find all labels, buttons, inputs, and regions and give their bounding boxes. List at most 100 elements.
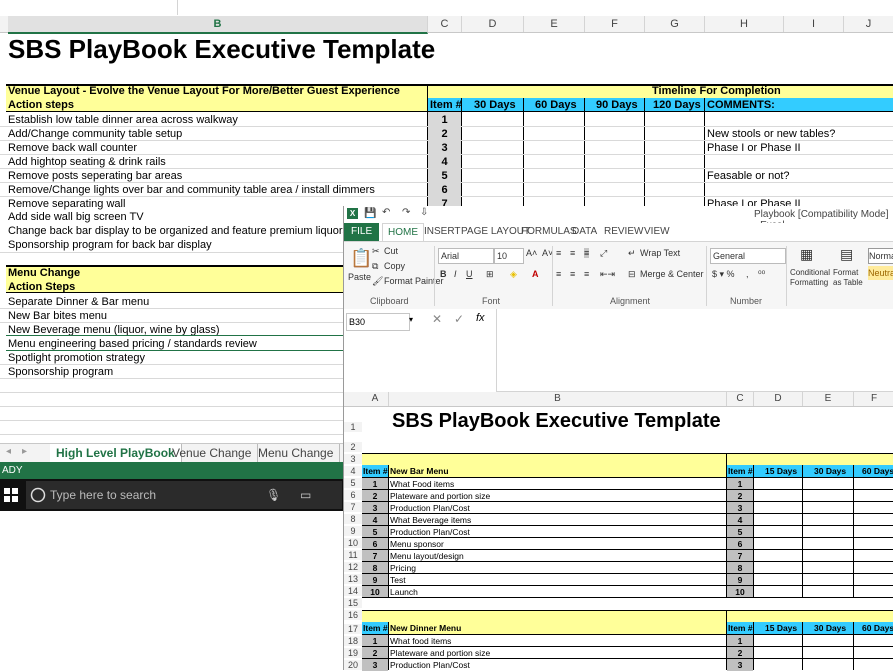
col-d[interactable]: D	[754, 392, 803, 406]
decimal-icon[interactable]: ⁰⁰	[758, 269, 765, 280]
format-as-table-button[interactable]: Format as Table	[833, 268, 867, 288]
paste-button[interactable]: Paste	[348, 272, 371, 282]
tab-venue-change[interactable]: Venue Change	[166, 444, 259, 462]
bold-icon[interactable]: B	[440, 269, 447, 279]
row-number[interactable]: 11	[344, 550, 362, 560]
align-top-icon[interactable]: ≡	[556, 248, 561, 258]
format-as-table-icon[interactable]: ▤	[840, 246, 853, 263]
column-header-j[interactable]: J	[844, 16, 893, 32]
insert-function-icon[interactable]: fx	[476, 312, 485, 324]
tab-high-level-playbook[interactable]: High Level PlayBook	[50, 444, 182, 464]
tab-review[interactable]: REVIEW	[604, 223, 643, 241]
tab-page-layout[interactable]: PAGE LAYOUT	[461, 223, 530, 241]
row-number[interactable]: 7	[344, 502, 362, 512]
cut-icon[interactable]: ✂	[372, 246, 380, 257]
row-number[interactable]: 17	[344, 624, 362, 634]
italic-icon[interactable]: I	[454, 269, 457, 279]
name-box-dropdown-icon[interactable]: ▾	[409, 315, 413, 324]
row-number[interactable]: 10	[344, 538, 362, 548]
row-number[interactable]: 20	[344, 660, 362, 670]
save-icon[interactable]: 💾	[364, 208, 376, 219]
align-right-icon[interactable]: ≡	[584, 269, 589, 279]
row-number[interactable]: 4	[344, 466, 362, 476]
tab-home[interactable]: HOME	[382, 223, 424, 242]
column-header-e[interactable]: E	[524, 16, 585, 32]
col-b[interactable]: B	[389, 392, 727, 406]
row-number[interactable]: 6	[344, 490, 362, 500]
col-c[interactable]: C	[727, 392, 754, 406]
t2-item[interactable]: 3	[362, 659, 388, 671]
formula-input[interactable]	[496, 309, 893, 392]
t2-row[interactable]: Production Plan/Cost	[390, 659, 470, 671]
orientation-icon[interactable]: ⤢	[600, 248, 607, 259]
row-number[interactable]: 9	[344, 526, 362, 536]
align-center-icon[interactable]: ≡	[570, 269, 575, 279]
windows-start-icon[interactable]	[4, 488, 18, 502]
row-number[interactable]: 3	[344, 454, 362, 464]
venue-step-9[interactable]: Change back bar display to be organized …	[8, 225, 348, 238]
col-e[interactable]: E	[803, 392, 854, 406]
venue-step-10[interactable]: Sponsorship program for back bar display	[8, 239, 212, 252]
column-header-d[interactable]: D	[462, 16, 524, 32]
number-format-select[interactable]: General	[710, 248, 786, 264]
cancel-icon[interactable]: ✕	[432, 312, 442, 326]
enter-icon[interactable]: ✓	[454, 312, 464, 326]
indent-icon[interactable]: ⇤⇥	[600, 269, 615, 280]
row-number[interactable]: 16	[344, 610, 362, 620]
row-number[interactable]: 1	[344, 422, 362, 432]
grow-font-icon[interactable]: A˄	[526, 248, 537, 258]
column-header-c[interactable]: C	[428, 16, 462, 32]
row-number[interactable]: 8	[344, 514, 362, 524]
row-number[interactable]: 15	[344, 598, 362, 608]
column-header-g[interactable]: G	[645, 16, 705, 32]
font-color-icon[interactable]: A	[532, 269, 539, 279]
customize-qat-icon[interactable]: ⇩	[420, 207, 428, 218]
currency-icon[interactable]: $ ▾ %	[712, 269, 735, 280]
venue-step-7[interactable]: Remove separating wall	[8, 198, 125, 211]
t2-item-2[interactable]: 3	[727, 659, 753, 671]
cut-button[interactable]: Cut	[384, 246, 398, 256]
copy-button[interactable]: Copy	[384, 261, 405, 271]
row-number[interactable]: 19	[344, 648, 362, 658]
align-bottom-icon[interactable]: ≡	[584, 248, 590, 258]
undo-icon[interactable]: ↶	[382, 207, 390, 218]
col-f[interactable]: F	[854, 392, 893, 406]
paste-icon[interactable]: 📋	[350, 248, 372, 269]
tab-view[interactable]: VIEW	[644, 223, 670, 241]
microphone-icon[interactable]: 🎙	[266, 481, 281, 509]
taskbar-search-box[interactable]: Type here to search 🎙 ▭	[26, 481, 342, 509]
column-header-i[interactable]: I	[784, 16, 844, 32]
column-header-f[interactable]: F	[585, 16, 645, 32]
redo-icon[interactable]: ↷	[402, 207, 410, 218]
font-size-select[interactable]: 10	[494, 248, 524, 264]
align-middle-icon[interactable]: ≡	[570, 248, 575, 258]
row-number[interactable]: 12	[344, 562, 362, 572]
tab-insert[interactable]: INSERT	[424, 223, 461, 241]
conditional-formatting-button[interactable]: Conditional Formatting	[790, 268, 832, 288]
merge-center-button[interactable]: Merge & Center	[640, 269, 704, 279]
underline-icon[interactable]: U	[466, 269, 473, 279]
row-number[interactable]: 2	[344, 442, 362, 452]
font-name-select[interactable]: Arial	[438, 248, 494, 264]
tab-menu-change[interactable]: Menu Change	[252, 444, 341, 462]
task-view-icon[interactable]: ▭	[300, 481, 311, 509]
copy-icon[interactable]: ⧉	[372, 261, 378, 272]
style-normal[interactable]: Norma	[868, 248, 893, 264]
style-neutral[interactable]: Neutra	[868, 266, 893, 280]
merge-center-icon[interactable]: ⊟	[628, 269, 636, 280]
tab-file[interactable]: FILE	[344, 223, 380, 241]
align-left-icon[interactable]: ≡	[556, 269, 561, 279]
wrap-text-icon[interactable]: ↵	[628, 248, 636, 259]
format-painter-icon[interactable]: 🖌	[372, 276, 383, 287]
tab-data[interactable]: DATA	[572, 223, 597, 241]
wrap-text-button[interactable]: Wrap Text	[640, 248, 680, 258]
tab-scroll-left-icon[interactable]: ◂	[6, 446, 11, 457]
fill-color-icon[interactable]: ◈	[510, 269, 517, 280]
row-number[interactable]: 13	[344, 574, 362, 584]
menu-step-4[interactable]: Menu engineering based pricing / standar…	[8, 338, 257, 351]
tab-scroll-right-icon[interactable]: ▸	[22, 446, 27, 457]
row-number[interactable]: 18	[344, 636, 362, 646]
comma-style-icon[interactable]: ,	[746, 269, 749, 279]
conditional-formatting-icon[interactable]: ▦	[800, 246, 813, 263]
row-number[interactable]: 5	[344, 478, 362, 488]
